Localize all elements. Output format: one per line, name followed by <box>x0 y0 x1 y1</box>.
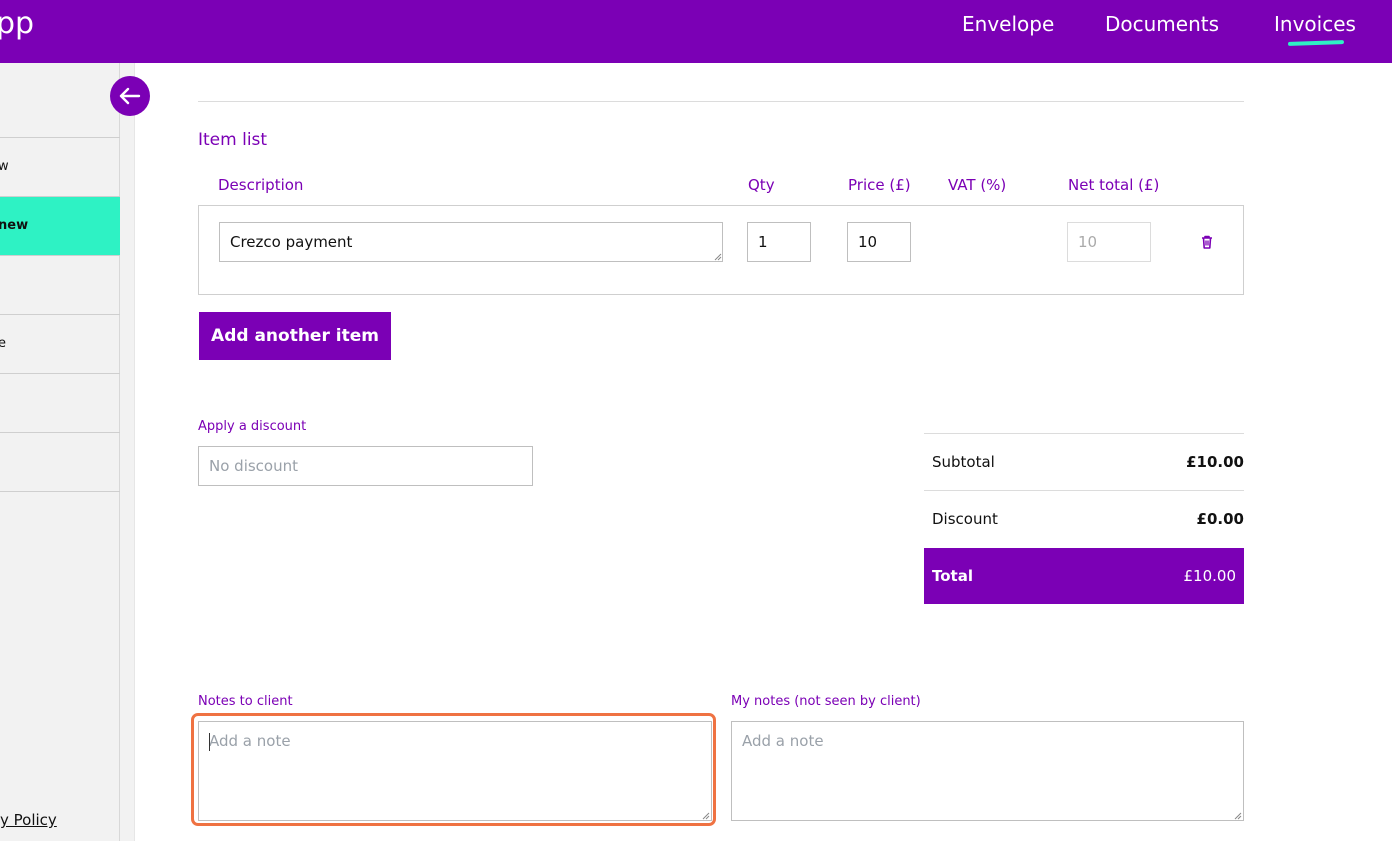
col-net-total: Net total (£) <box>1068 176 1160 194</box>
total-value: £10.00 <box>1183 567 1237 585</box>
sidebar-item-2[interactable]: new <box>0 196 120 255</box>
sidebar-menu: w new e y Policy <box>0 63 120 841</box>
nav-documents[interactable]: Documents <box>1105 12 1219 36</box>
discount-label: Apply a discount <box>198 419 307 434</box>
app-logo[interactable]: pp <box>0 6 34 41</box>
trash-icon[interactable] <box>1199 234 1215 250</box>
sidebar: w new e y Policy <box>0 63 135 841</box>
private-notes-label: My notes (not seen by client) <box>731 694 921 709</box>
col-price: Price (£) <box>848 176 911 194</box>
client-notes-textarea[interactable]: Add a note <box>198 721 712 821</box>
total-row: Total £10.00 <box>924 548 1244 604</box>
collapse-sidebar-button[interactable] <box>110 76 150 116</box>
sidebar-divider <box>0 491 120 492</box>
text-caret <box>209 733 210 751</box>
item-list-title: Item list <box>198 130 268 150</box>
nav-active-indicator <box>1287 40 1345 46</box>
subtotal-value: £10.00 <box>1186 453 1244 471</box>
qty-input[interactable]: 1 <box>747 222 811 262</box>
sidebar-item-label: w <box>0 159 9 174</box>
add-another-item-button[interactable]: Add another item <box>199 312 391 360</box>
col-qty: Qty <box>748 176 775 194</box>
col-vat: VAT (%) <box>948 176 1007 194</box>
nav-envelope[interactable]: Envelope <box>962 12 1054 36</box>
total-label: Total <box>932 567 973 585</box>
client-notes-label: Notes to client <box>198 694 293 709</box>
discount-placeholder: No discount <box>209 457 298 475</box>
sidebar-item-label: e <box>0 336 6 351</box>
privacy-policy-link[interactable]: y Policy <box>0 811 57 829</box>
private-notes-placeholder: Add a note <box>742 732 824 750</box>
summary-divider <box>924 490 1244 491</box>
subtotal-label: Subtotal <box>932 453 995 471</box>
sidebar-item-4[interactable]: e <box>0 314 120 373</box>
sidebar-item-label: new <box>0 218 29 233</box>
net-total-field: 10 <box>1067 222 1151 262</box>
sidebar-item-1[interactable]: w <box>0 137 120 196</box>
arrow-left-icon <box>119 87 141 105</box>
discount-select[interactable]: No discount <box>198 446 533 486</box>
description-input[interactable]: Crezco payment <box>219 222 723 262</box>
client-notes-placeholder: Add a note <box>209 732 291 750</box>
discount-summary-label: Discount <box>932 510 998 528</box>
col-description: Description <box>218 176 304 194</box>
private-notes-textarea[interactable]: Add a note <box>731 721 1244 821</box>
section-divider <box>198 101 1244 102</box>
summary-divider <box>924 433 1244 434</box>
discount-summary-value: £0.00 <box>1196 510 1244 528</box>
resize-grip-icon[interactable] <box>1232 810 1242 820</box>
sidebar-item-3[interactable] <box>0 255 120 314</box>
top-bar: pp Envelope Documents Invoices <box>0 0 1392 63</box>
resize-grip-icon[interactable] <box>712 251 722 261</box>
sidebar-item-5[interactable] <box>0 373 120 432</box>
sidebar-item-6[interactable] <box>0 432 120 491</box>
resize-grip-icon[interactable] <box>700 810 710 820</box>
price-input[interactable]: 10 <box>847 222 911 262</box>
nav-invoices[interactable]: Invoices <box>1274 12 1356 36</box>
